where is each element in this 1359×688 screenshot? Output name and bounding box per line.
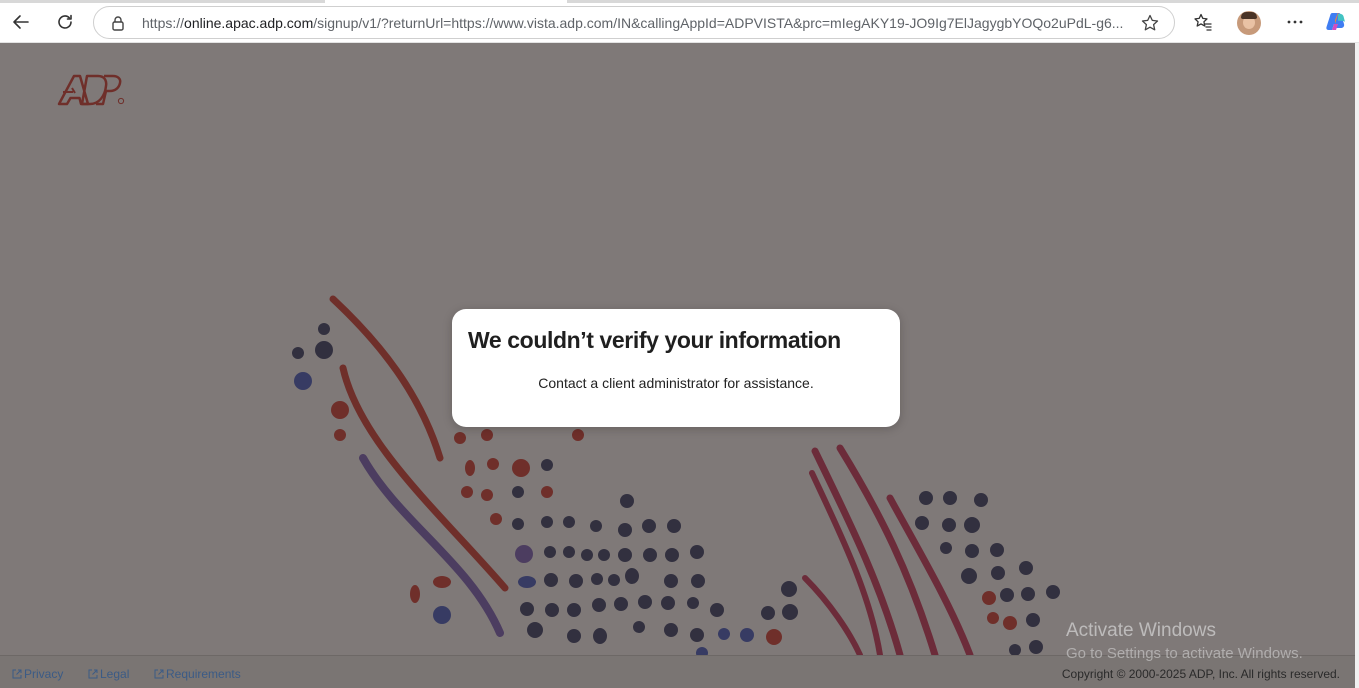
url-path: /signup/v1/?returnUrl=https://www.vista.… [313, 15, 1124, 31]
error-dialog: We couldn’t verify your information Cont… [452, 309, 900, 427]
star-icon[interactable] [1140, 13, 1160, 38]
page-scrollbar[interactable] [1355, 43, 1359, 688]
windows-activation-subtitle: Go to Settings to activate Windows. [1066, 645, 1303, 662]
favorites-icon[interactable] [1189, 8, 1217, 36]
lock-icon[interactable] [110, 14, 126, 37]
external-link-icon [154, 669, 164, 679]
back-arrow-icon[interactable] [7, 8, 35, 36]
tab-indicator [567, 0, 1359, 3]
dialog-message: Contact a client administrator for assis… [538, 375, 814, 391]
footer-link-label: Requirements [166, 667, 241, 681]
copyright-text: Copyright © 2000-2025 ADP, Inc. All righ… [1061, 667, 1340, 681]
footer-link-label: Legal [100, 667, 130, 681]
browser-toolbar: https://online.apac.adp.com/signup/v1/?r… [0, 0, 1359, 43]
avatar[interactable] [1237, 11, 1261, 35]
more-icon[interactable] [1281, 8, 1309, 36]
url-text[interactable]: https://online.apac.adp.com/signup/v1/?r… [142, 15, 1127, 31]
external-link-icon [12, 669, 22, 679]
footer-link-legal[interactable]: Legal [88, 667, 129, 681]
footer-link-privacy[interactable]: Privacy [12, 667, 63, 681]
address-bar[interactable]: https://online.apac.adp.com/signup/v1/?r… [93, 6, 1175, 39]
url-scheme: https:// [142, 15, 185, 31]
footer-link-label: Privacy [24, 667, 64, 681]
footer-link-requirements[interactable]: Requirements [154, 667, 241, 681]
copilot-icon[interactable] [1322, 8, 1350, 36]
url-host: online.apac.adp.com [184, 15, 314, 31]
tab-indicator [0, 0, 325, 3]
refresh-icon[interactable] [51, 8, 79, 36]
windows-activation-title: Activate Windows [1066, 620, 1216, 641]
external-link-icon [88, 669, 98, 679]
dialog-title: We couldn’t verify your information [468, 327, 841, 353]
